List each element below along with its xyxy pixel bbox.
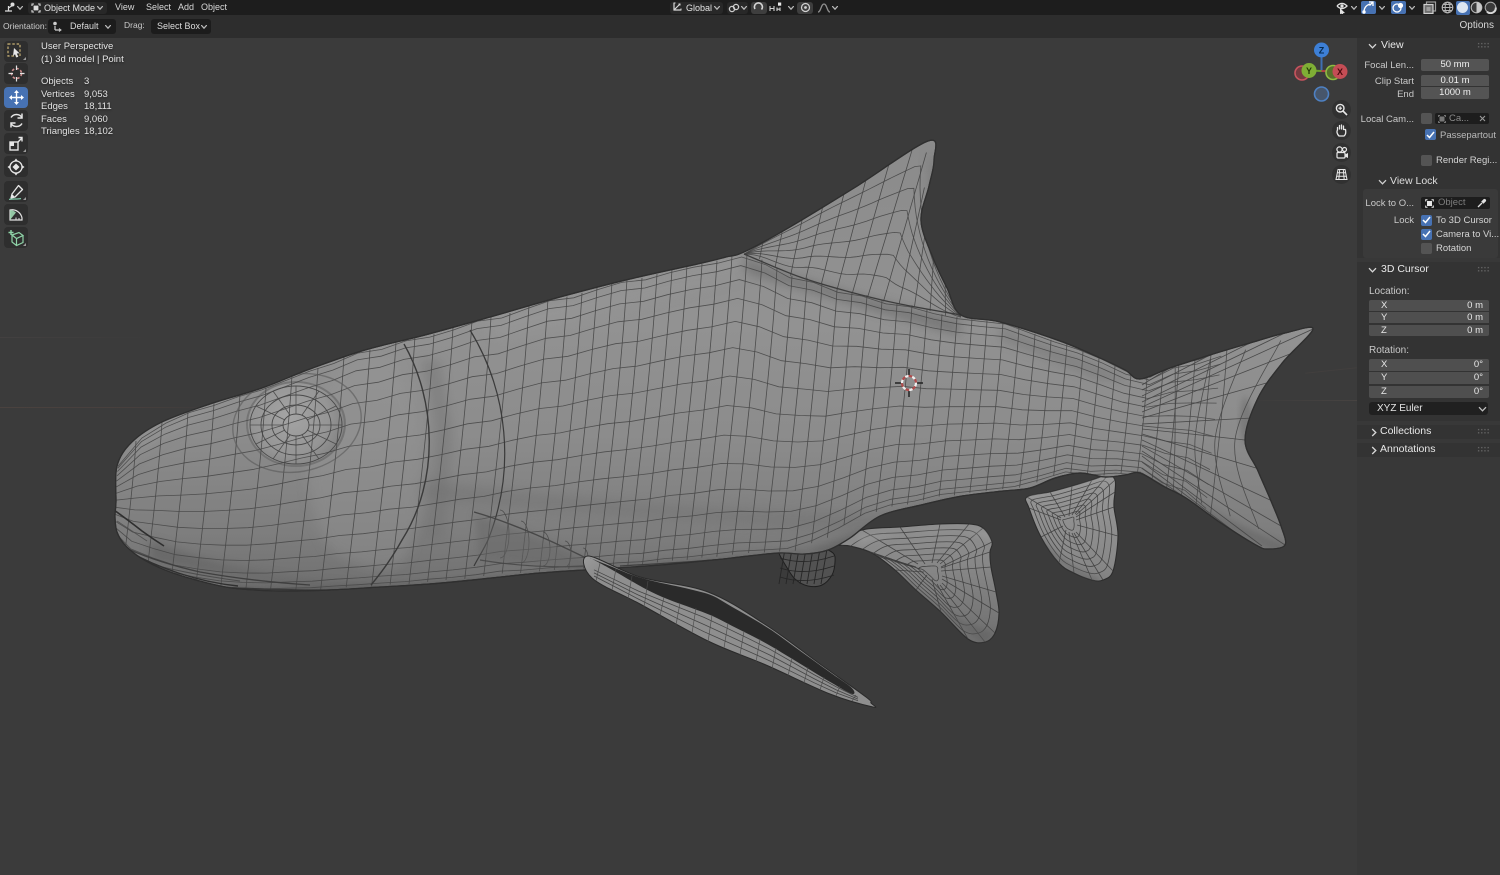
- svg-text:X: X: [1337, 67, 1343, 77]
- svg-text:Y: Y: [1306, 66, 1312, 76]
- svg-text:Z: Z: [1319, 46, 1325, 56]
